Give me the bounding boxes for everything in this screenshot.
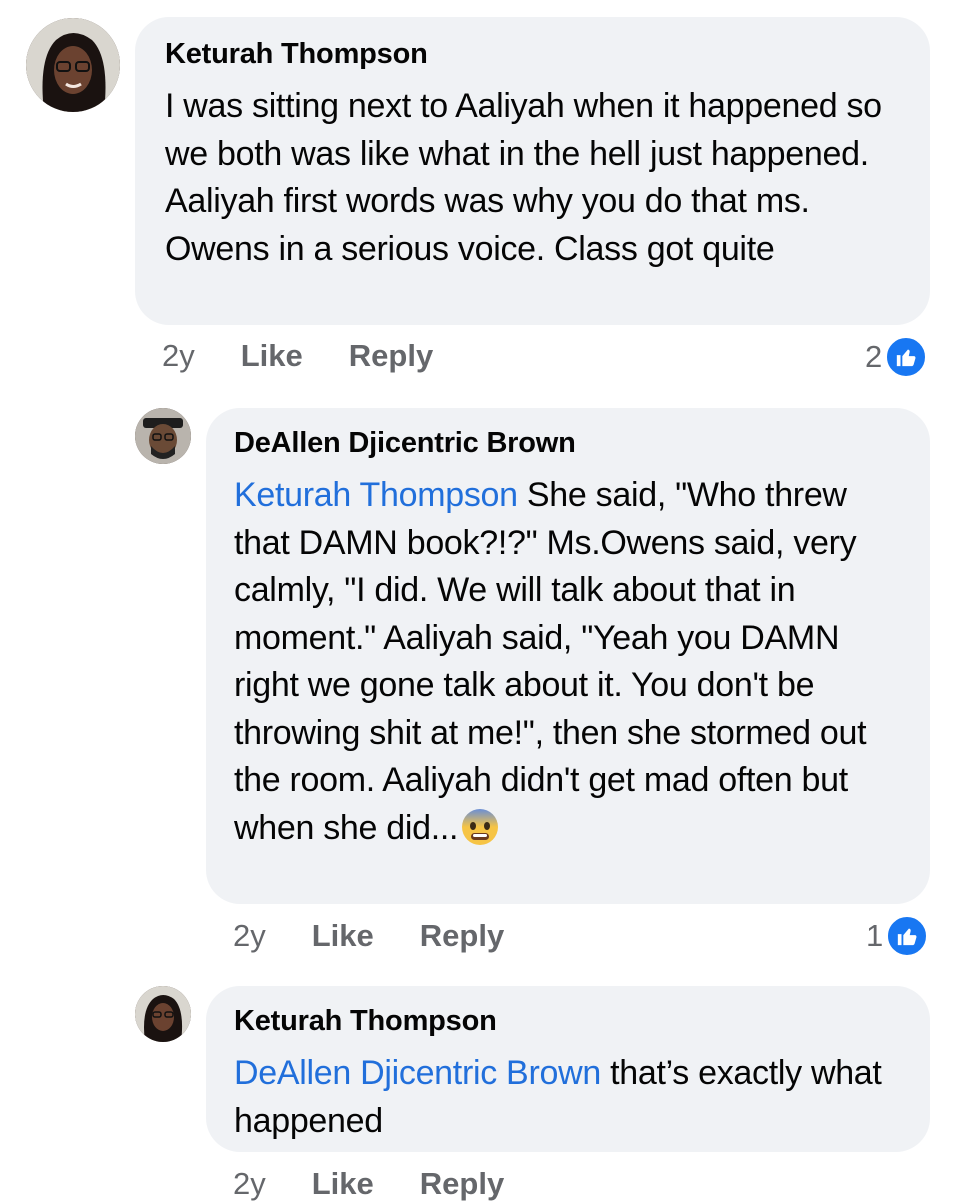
comment-bubble: Keturah Thompson DeAllen Djicentric Brow…: [206, 986, 930, 1152]
mention-link[interactable]: Keturah Thompson: [234, 476, 518, 514]
comment-actions: 2y Like Reply: [233, 918, 504, 954]
reaction-count: 1: [866, 918, 884, 953]
anxious-face-emoji: [460, 807, 500, 861]
comment-actions: 2y Like Reply: [233, 1166, 504, 1202]
mention-link[interactable]: DeAllen Djicentric Brown: [234, 1054, 601, 1092]
thumbs-up-icon: [885, 914, 930, 958]
reaction-summary[interactable]: 2: [865, 335, 929, 379]
comment-text: DeAllen Djicentric Brown that’s exactly …: [234, 1050, 884, 1145]
comment-bubble: DeAllen Djicentric Brown Keturah Thompso…: [206, 408, 930, 904]
comment-time[interactable]: 2y: [162, 338, 195, 374]
reply-button[interactable]: Reply: [420, 1166, 504, 1202]
avatar-keturah[interactable]: [135, 986, 191, 1042]
comment-author[interactable]: Keturah Thompson: [165, 37, 900, 71]
comment-body: She said, "Who threw that DAMN book?!?" …: [234, 476, 867, 847]
like-button[interactable]: Like: [312, 1166, 374, 1202]
like-button[interactable]: Like: [312, 918, 374, 954]
reaction-count: 2: [865, 339, 883, 374]
reply-button[interactable]: Reply: [420, 918, 504, 954]
reaction-summary[interactable]: 1: [866, 914, 930, 958]
comment-text: I was sitting next to Aaliyah when it ha…: [165, 83, 885, 273]
comment-author[interactable]: DeAllen Djicentric Brown: [234, 426, 902, 460]
avatar-deallen[interactable]: [135, 408, 191, 464]
reply-button[interactable]: Reply: [349, 338, 433, 374]
avatar-keturah[interactable]: [26, 18, 120, 112]
comment-text: Keturah Thompson She said, "Who threw th…: [234, 472, 884, 860]
comment-author[interactable]: Keturah Thompson: [234, 1004, 902, 1038]
comment-time[interactable]: 2y: [233, 1166, 266, 1202]
comment-body: I was sitting next to Aaliyah when it ha…: [165, 87, 882, 268]
comment-actions: 2y Like Reply: [162, 338, 433, 374]
comment-bubble: Keturah Thompson I was sitting next to A…: [135, 17, 930, 325]
thumbs-up-icon: [884, 335, 929, 379]
like-button[interactable]: Like: [241, 338, 303, 374]
comment-time[interactable]: 2y: [233, 918, 266, 954]
